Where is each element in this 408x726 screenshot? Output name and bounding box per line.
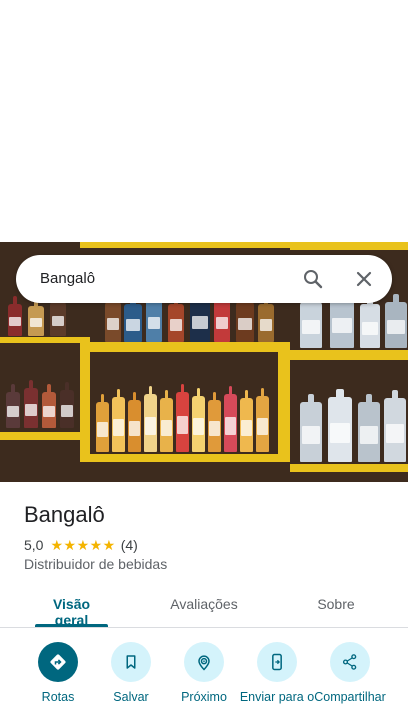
action-label: Enviar para o — [239, 690, 315, 704]
save-button[interactable]: Salvar — [91, 642, 171, 705]
directions-icon — [48, 652, 68, 672]
tab-reviews[interactable]: Avaliações — [160, 596, 248, 612]
share-button[interactable]: Compartilhar — [310, 642, 390, 705]
directions-button[interactable]: Rotas — [18, 642, 98, 705]
action-label: Rotas — [41, 690, 75, 704]
search-bar[interactable]: Bangalô — [16, 255, 392, 303]
tab-about[interactable]: Sobre — [306, 596, 366, 612]
nearby-icon — [194, 652, 214, 672]
place-category[interactable]: Distribuidor de bebidas — [24, 556, 167, 572]
rating-row[interactable]: 5,0 ★★★★★ (4) — [24, 536, 138, 554]
review-count[interactable]: (4) — [121, 537, 138, 553]
search-query[interactable]: Bangalô — [40, 270, 95, 287]
map-area-blank — [0, 0, 408, 242]
action-label: Compartilhar — [314, 690, 386, 704]
send-to-phone-button[interactable]: Enviar para o — [237, 642, 317, 705]
tabs-divider — [0, 627, 408, 628]
bookmark-icon — [122, 653, 140, 671]
nearby-button[interactable]: Próximo — [164, 642, 244, 705]
search-icon[interactable] — [301, 267, 325, 291]
close-icon[interactable] — [352, 267, 376, 291]
send-to-phone-icon — [267, 652, 287, 672]
share-icon — [341, 653, 359, 671]
action-label: Próximo — [181, 690, 227, 704]
place-title: Bangalô — [24, 502, 105, 527]
rating-stars: ★★★★★ — [50, 536, 116, 553]
rating-value: 5,0 — [24, 537, 44, 553]
action-label: Salvar — [113, 690, 149, 704]
